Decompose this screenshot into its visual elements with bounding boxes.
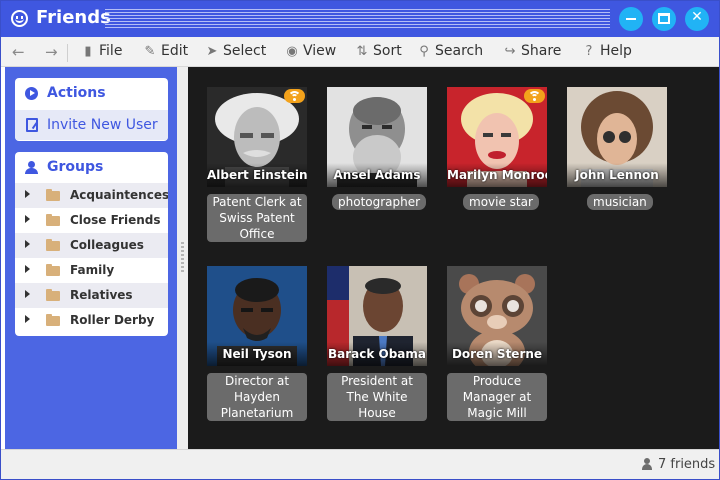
friend-description: President at The White House: [327, 373, 427, 421]
menu-help[interactable]: ? Help: [582, 43, 632, 59]
menu-share[interactable]: ↪ Share: [503, 43, 562, 59]
groups-panel: Groups Acquaintences Close Friends Colle…: [15, 152, 168, 336]
search-icon: ⚲: [419, 44, 429, 59]
friend-name: John Lennon: [567, 163, 667, 187]
friend-description: Produce Manager at Magic Mill: [447, 373, 547, 421]
wifi-icon: [284, 89, 305, 103]
sort-icon: ⇅: [356, 44, 368, 59]
minimize-icon: [626, 18, 636, 20]
friend-description: Patent Clerk at Swiss Patent Office: [207, 194, 307, 242]
back-button[interactable]: ←: [12, 43, 25, 61]
pane-splitter[interactable]: [177, 67, 188, 449]
smiley-icon: [11, 10, 28, 27]
friend-description: musician: [587, 194, 653, 210]
friend-name: Neil Tyson: [207, 342, 307, 366]
friends-window: Friends ✕ ← → ▮ File ✎ Edit ➤ Select ◉ View …: [0, 0, 720, 480]
friend-name: Barack Obama: [327, 342, 427, 366]
close-button[interactable]: ✕: [685, 7, 709, 31]
invite-new-user-item[interactable]: Invite New User: [15, 110, 168, 140]
friend-photo[interactable]: Barack Obama: [327, 266, 427, 366]
title-drag-grip[interactable]: [105, 9, 610, 29]
menu-search[interactable]: ⚲ Search: [417, 43, 483, 59]
arrow-left-icon: ←: [12, 43, 25, 61]
friend-name: Ansel Adams: [327, 163, 427, 187]
friend-description: photographer: [332, 194, 427, 210]
maximize-icon: [658, 13, 670, 24]
wifi-icon: [524, 89, 545, 103]
user-icon: [25, 161, 38, 174]
help-icon: ?: [585, 44, 593, 59]
menu-sort[interactable]: ⇅ Sort: [355, 43, 402, 59]
minimize-button[interactable]: [619, 7, 643, 31]
friend-count: 7 friends: [658, 457, 716, 472]
pencil-icon: ✎: [144, 44, 156, 59]
group-item[interactable]: Family: [15, 258, 168, 283]
maximize-button[interactable]: [652, 7, 676, 31]
group-item[interactable]: Acquaintences: [15, 183, 168, 208]
expand-arrow-icon[interactable]: [25, 265, 30, 273]
menu-select[interactable]: ➤ Select: [205, 43, 267, 59]
file-icon: ▮: [84, 44, 92, 59]
folder-icon: [46, 314, 60, 326]
menu-file[interactable]: ▮ File: [81, 43, 122, 59]
group-item[interactable]: Relatives: [15, 283, 168, 308]
edit-square-icon: [26, 118, 38, 132]
actions-panel: Actions Invite New User: [15, 78, 168, 141]
group-item[interactable]: Colleagues: [15, 233, 168, 258]
eye-icon: ◉: [286, 44, 298, 59]
toolbar: ← → ▮ File ✎ Edit ➤ Select ◉ View ⇅ Sort ⚲ Sea…: [1, 37, 719, 67]
expand-arrow-icon[interactable]: [25, 190, 30, 198]
splitter-grip[interactable]: [181, 242, 184, 274]
friend-photo[interactable]: Neil Tyson: [207, 266, 307, 366]
friend-photo[interactable]: Ansel Adams: [327, 87, 427, 187]
friend-name: Albert Einstein: [207, 163, 307, 187]
friends-grid: Albert Einstein Patent Clerk at Swiss Pa…: [188, 67, 719, 449]
friend-photo[interactable]: John Lennon: [567, 87, 667, 187]
folder-icon: [46, 239, 60, 251]
cursor-icon: ➤: [206, 44, 218, 59]
expand-arrow-icon[interactable]: [25, 290, 30, 298]
play-circle-icon: [25, 87, 38, 100]
friend-photo[interactable]: Doren Sterne: [447, 266, 547, 366]
window-title: Friends: [36, 7, 111, 28]
friend-photo[interactable]: Marilyn Monroe: [447, 87, 547, 187]
folder-icon: [46, 189, 60, 201]
friend-name: Marilyn Monroe: [447, 163, 547, 187]
folder-icon: [46, 214, 60, 226]
menu-edit[interactable]: ✎ Edit: [143, 43, 189, 59]
group-item[interactable]: Close Friends: [15, 208, 168, 233]
folder-icon: [46, 289, 60, 301]
arrow-right-icon: →: [45, 43, 58, 61]
share-icon: ↪: [504, 44, 516, 59]
friend-name: Doren Sterne: [447, 342, 547, 366]
status-bar: 7 friends: [1, 449, 719, 479]
toolbar-divider: [67, 44, 68, 62]
group-item[interactable]: Roller Derby: [15, 308, 168, 333]
close-icon: ✕: [691, 9, 703, 25]
groups-header[interactable]: Groups: [15, 152, 168, 182]
menu-view[interactable]: ◉ View: [285, 43, 336, 59]
title-bar[interactable]: Friends ✕: [1, 1, 719, 37]
forward-button[interactable]: →: [45, 43, 58, 61]
expand-arrow-icon[interactable]: [25, 215, 30, 223]
sidebar: Actions Invite New User Groups Acquainte…: [5, 67, 177, 449]
friend-description: movie star: [463, 194, 539, 210]
friend-photo[interactable]: Albert Einstein: [207, 87, 307, 187]
user-icon: [642, 458, 652, 470]
friend-description: Director at Hayden Planetarium: [207, 373, 307, 421]
folder-icon: [46, 264, 60, 276]
expand-arrow-icon[interactable]: [25, 315, 30, 323]
actions-header[interactable]: Actions: [15, 78, 168, 108]
expand-arrow-icon[interactable]: [25, 240, 30, 248]
